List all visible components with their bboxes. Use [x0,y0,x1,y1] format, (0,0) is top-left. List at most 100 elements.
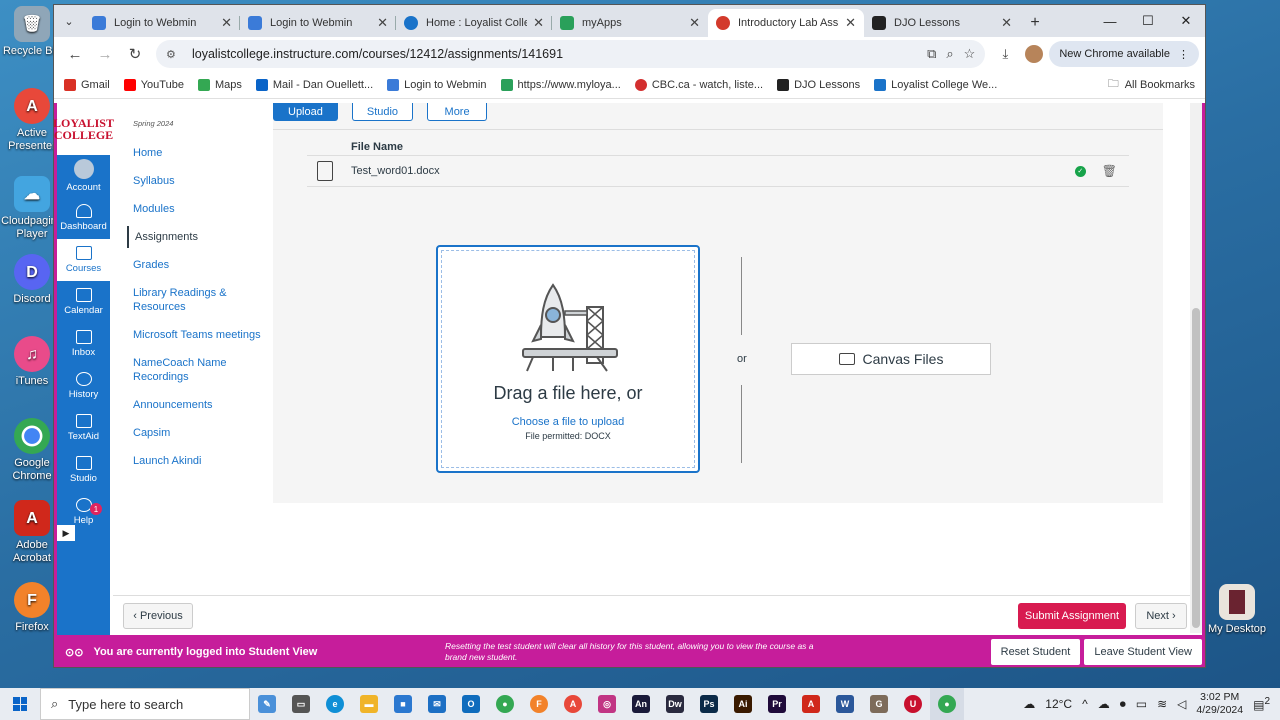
download-icon[interactable]: ⤓ [991,46,1019,62]
install-icon[interactable]: ⧉ [927,46,936,62]
course-nav-namecoach[interactable]: NameCoach Name Recordings [127,352,267,388]
taskbar-store[interactable]: ■ [386,688,420,720]
close-icon[interactable]: ✕ [377,15,388,31]
desktop-icon-my-desktop[interactable]: My Desktop [1204,584,1270,636]
close-icon[interactable]: ✕ [845,15,856,31]
bookmark-webmin[interactable]: Login to Webmin [387,78,487,91]
minimize-icon[interactable]: — [1091,5,1129,37]
close-icon[interactable]: ✕ [1001,15,1012,31]
global-nav-studio[interactable]: Studio [57,449,110,491]
taskbar-instagram[interactable]: ◎ [590,688,624,720]
temperature[interactable]: 12°C [1045,697,1072,711]
course-nav-capsim[interactable]: Capsim [127,422,267,444]
taskbar-edge[interactable]: e [318,688,352,720]
onedrive-icon[interactable]: ☁ [1098,697,1110,711]
loyalist-logo[interactable]: LOYALIST COLLEGE [54,103,114,155]
course-nav-announcements[interactable]: Announcements [127,394,267,416]
maximize-icon[interactable]: ☐ [1129,5,1167,37]
bookmark-mail[interactable]: Mail - Dan Ouellett... [255,78,373,91]
course-nav-syllabus[interactable]: Syllabus [127,170,267,192]
tab-search-icon[interactable]: ⌄ [54,5,84,37]
star-icon[interactable]: ☆ [964,46,976,62]
tab-upload[interactable]: Upload [273,103,338,121]
taskbar-active-presenter[interactable]: A [556,688,590,720]
taskbar-premiere[interactable]: Pr [760,688,794,720]
wifi-icon[interactable]: ≋ [1157,697,1167,711]
course-nav-assignments[interactable]: Assignments [127,226,267,248]
site-info-icon[interactable]: ⚙ [166,48,182,61]
page-scrollbar[interactable] [1190,103,1202,633]
leave-student-view-button[interactable]: Leave Student View [1084,639,1202,665]
course-nav-grades[interactable]: Grades [127,254,267,276]
taskbar-dreamweaver[interactable]: Dw [658,688,692,720]
taskbar-chrome[interactable]: ● [488,688,522,720]
course-nav-akindi[interactable]: Launch Akindi [127,450,267,472]
course-nav-library[interactable]: Library Readings & Resources [127,282,267,318]
global-nav-account[interactable]: Account [57,155,110,197]
address-bar[interactable]: ⚙ loyalistcollege.instructure.com/course… [156,40,986,68]
browser-tab[interactable]: DJO Lessons ✕ [864,9,1020,37]
new-chrome-available-button[interactable]: New Chrome available ⋮ [1049,41,1199,67]
microphone-icon[interactable]: ⏺ [1120,697,1126,712]
trash-icon[interactable]: 🗑 [1102,164,1117,178]
taskbar-gimp[interactable]: G [862,688,896,720]
taskbar-security[interactable]: U [896,688,930,720]
bookmark-cbc[interactable]: CBC.ca - watch, liste... [634,78,763,91]
browser-tab[interactable]: Login to Webmin ✕ [240,9,396,37]
bookmark-myloyalist[interactable]: https://www.myloya... [500,78,621,91]
all-bookmarks-button[interactable]: 🗀 All Bookmarks [1108,75,1195,94]
global-nav-dashboard[interactable]: Dashboard [57,197,110,239]
bookmark-youtube[interactable]: YouTube [123,78,184,91]
bookmark-loyalist[interactable]: Loyalist College We... [874,78,997,91]
weather-icon[interactable]: ☁ [1023,697,1035,711]
reset-student-button[interactable]: Reset Student [990,639,1081,665]
close-icon[interactable]: ✕ [221,15,232,31]
course-nav-home[interactable]: Home [127,142,267,164]
browser-tab-active[interactable]: Introductory Lab Assignment ✕ [708,9,864,37]
global-nav-history[interactable]: History [57,365,110,407]
bookmark-gmail[interactable]: Gmail [64,78,110,91]
browser-tab[interactable]: myApps ✕ [552,9,708,37]
profile-avatar[interactable] [1025,45,1044,63]
taskbar-task-view[interactable]: ▭ [284,688,318,720]
taskbar-animate[interactable]: An [624,688,658,720]
collapse-nav-icon[interactable]: ▶ [57,525,75,541]
taskbar-file-explorer[interactable]: ▬ [352,688,386,720]
volume-icon[interactable]: ◁ [1177,697,1186,711]
notifications-icon[interactable]: ▤2 [1253,696,1270,712]
choose-file-link[interactable]: Choose a file to upload [512,416,625,428]
scrollbar-thumb[interactable] [1192,308,1200,628]
submit-assignment-button[interactable]: Submit Assignment [1018,603,1126,629]
taskbar-search[interactable]: ⌕ Type here to search [40,688,250,720]
taskbar-acrobat[interactable]: A [794,688,828,720]
tab-studio[interactable]: Studio [351,103,414,121]
reload-icon[interactable]: ↻ [120,40,150,68]
taskbar-firefox[interactable]: F [522,688,556,720]
canvas-files-button[interactable]: Canvas Files [791,343,991,375]
taskbar-chrome-active[interactable]: ● [930,688,964,720]
previous-button[interactable]: ‹ Previous [123,603,193,629]
taskbar-photoshop[interactable]: Ps [692,688,726,720]
global-nav-textaid[interactable]: TextAid [57,407,110,449]
taskbar-outlook[interactable]: O [454,688,488,720]
browser-tab[interactable]: Login to Webmin ✕ [84,9,240,37]
course-nav-teams[interactable]: Microsoft Teams meetings [127,324,267,346]
clock[interactable]: 3:02 PM 4/29/2024 [1196,691,1243,717]
battery-icon[interactable]: ▭ [1136,697,1147,711]
global-nav-inbox[interactable]: Inbox [57,323,110,365]
bookmark-maps[interactable]: Maps [197,78,242,91]
chevron-up-icon[interactable]: ^ [1082,697,1088,711]
taskbar-illustrator[interactable]: Ai [726,688,760,720]
taskbar-whiteboard[interactable]: ✎ [250,688,284,720]
zoom-icon[interactable]: ⌕ [946,46,953,62]
next-button[interactable]: Next › [1135,603,1187,629]
file-dropzone[interactable]: Drag a file here, or Choose a file to up… [436,245,700,473]
bookmark-djo[interactable]: DJO Lessons [777,78,860,91]
forward-arrow-icon[interactable]: → [90,40,120,68]
course-nav-modules[interactable]: Modules [127,198,267,220]
global-nav-calendar[interactable]: Calendar [57,281,110,323]
browser-tab[interactable]: Home : Loyalist College ✕ [396,9,552,37]
close-window-icon[interactable]: ✕ [1167,5,1205,37]
back-arrow-icon[interactable]: ← [60,40,90,68]
close-icon[interactable]: ✕ [533,15,544,31]
